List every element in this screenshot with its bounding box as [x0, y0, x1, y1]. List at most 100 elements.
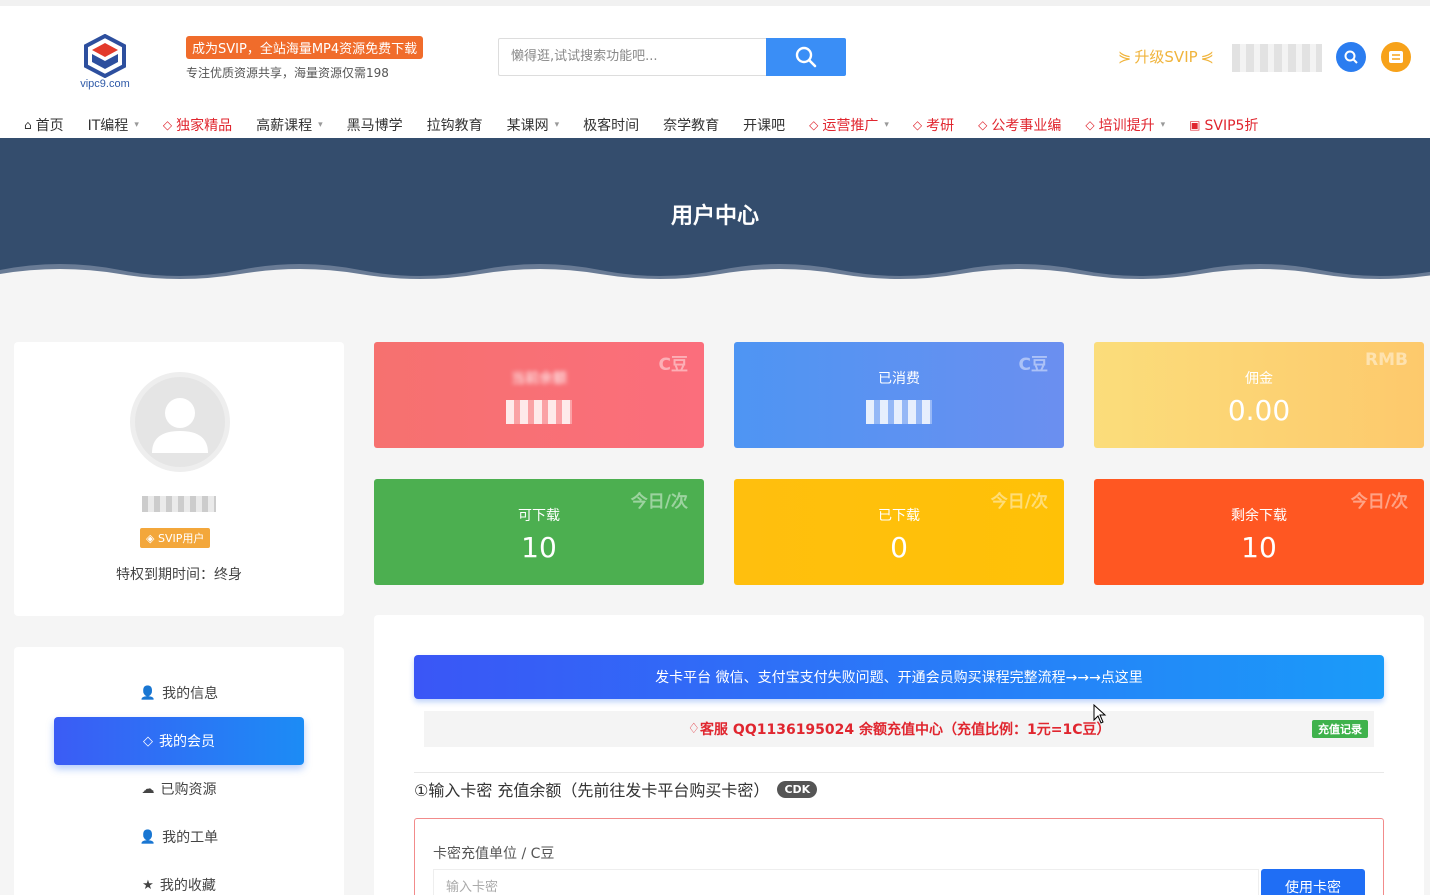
stat-label: 佣金 — [1245, 371, 1273, 387]
nav-item[interactable]: ◇ 独家精品 — [163, 115, 232, 135]
chevron-down-icon: ▾ — [318, 120, 323, 130]
site-header: vipc9.com 成为SVIP，全站海量MP4资源免费下载 专注优质资源共享，… — [0, 0, 1430, 138]
svip-badge-label: SVIP用户 — [157, 532, 205, 545]
header-menu-button[interactable] — [1381, 42, 1411, 72]
nav-item[interactable]: ⌂ 首页 — [24, 115, 64, 135]
profile-card: ◈ SVIP用户 特权到期时间：终身 — [14, 342, 344, 616]
nav-item-label: 奈学教育 — [663, 118, 720, 134]
stat-label: 可下载 — [518, 508, 560, 524]
chevron-down-icon: ▾ — [884, 120, 889, 130]
user-icon: 👤 — [139, 685, 157, 701]
search-icon — [795, 46, 817, 68]
diamond-icon: ◇ — [978, 118, 988, 132]
avatar[interactable] — [130, 372, 230, 472]
menu-item-label: 我的工单 — [162, 830, 219, 846]
menu-item[interactable]: ◇ 我的会员 — [54, 717, 304, 765]
user-menu: 👤 我的信息 ◇ 我的会员 ☁ 已购资源 👤 我的工单 ★ 我的收藏 — [14, 647, 344, 895]
recharge-record-button[interactable]: 充值记录 — [1312, 720, 1368, 738]
logo-text: vipc9.com — [80, 78, 130, 90]
diamond-icon: ◇ — [143, 733, 153, 749]
nav-item-label: 拉钩教育 — [426, 118, 483, 134]
nav-item[interactable]: 高薪课程 ▾ — [256, 115, 323, 135]
nav-item-label: 公考事业编 — [991, 118, 1062, 134]
page-title: 用户中心 — [670, 204, 759, 229]
search-input[interactable]: 懒得逛,试试搜索功能吧... — [498, 38, 768, 76]
menu-item[interactable]: ★ 我的收藏 — [54, 861, 304, 895]
search-button[interactable] — [766, 38, 846, 76]
stat-label: 当前余额 — [511, 371, 567, 387]
stat-value-redacted — [866, 400, 932, 424]
nav-item[interactable]: 某课网 ▾ — [507, 115, 560, 135]
logo-icon — [84, 33, 126, 79]
stat-label: 剩余下载 — [1231, 508, 1287, 524]
menu-item-label: 我的信息 — [162, 686, 219, 702]
menu-icon — [1389, 51, 1403, 63]
nav-item[interactable]: 黑马博学 — [347, 115, 403, 135]
menu-item[interactable]: ☁ 已购资源 — [54, 765, 304, 813]
stat-value: 0.00 — [1227, 394, 1291, 427]
support-contact-bar: ♢ 客服 QQ1136195024 余额充值中心（充值比例：1元=1C豆） 充值… — [424, 711, 1374, 747]
nav-item[interactable]: ◇ 公考事业编 — [978, 115, 1061, 135]
upgrade-svip-link[interactable]: ⋟ 升级SVIP ⋞ — [1118, 46, 1214, 67]
site-logo[interactable]: vipc9.com — [74, 33, 136, 96]
stat-value-redacted — [506, 400, 572, 424]
step-title: ①输入卡密 充值余额（先前往发卡平台购买卡密） CDK — [414, 777, 818, 801]
nav-item-label: 培训提升 — [1098, 118, 1155, 134]
nav-item[interactable]: IT编程 ▾ — [88, 115, 139, 135]
search-icon — [1344, 50, 1358, 64]
nav-item-label: 某课网 — [506, 118, 549, 134]
nav-item[interactable]: ◇ 运营推广 ▾ — [809, 115, 889, 135]
notice-link-button[interactable]: 发卡平台 微信、支付宝支付失败问题、开通会员购买课程完整流程→→→点这里 — [414, 655, 1384, 699]
stat-card: 今日/次 可下载 10 — [374, 479, 704, 585]
stat-unit: RMB — [1365, 350, 1408, 370]
support-contact-text: 客服 QQ1136195024 余额充值中心（充值比例：1元=1C豆） — [700, 722, 1111, 738]
stat-value: 10 — [1241, 531, 1277, 564]
promo-badge[interactable]: 成为SVIP，全站海量MP4资源免费下载 — [186, 36, 424, 59]
nav-item-label: 极客时间 — [583, 118, 640, 134]
menu-item-label: 已购资源 — [160, 782, 217, 798]
menu-item-label: 我的会员 — [159, 734, 215, 750]
stat-card: C豆 当前余额 — [374, 342, 704, 448]
header-search-button[interactable] — [1336, 42, 1366, 72]
privilege-expire: 特权到期时间：终身 — [116, 567, 242, 583]
diamond-icon: ◇ — [1085, 118, 1095, 132]
stat-value: 0 — [890, 531, 908, 564]
use-cdk-button[interactable]: 使用卡密 — [1261, 869, 1365, 895]
cloud-download-icon: ☁ — [141, 781, 155, 797]
nav-item[interactable]: 开课吧 — [743, 115, 785, 135]
username-redacted — [142, 496, 216, 512]
stat-value: 10 — [521, 531, 557, 564]
step-title-text: ①输入卡密 充值余额（先前往发卡平台购买卡密） — [414, 781, 770, 800]
nav-item[interactable]: ◇ 培训提升 ▾ — [1085, 115, 1165, 135]
nav-item-label: 运营推广 — [822, 118, 879, 134]
banner-wave — [0, 264, 1430, 282]
nav-item[interactable]: 极客时间 — [583, 115, 639, 135]
diamond-icon: ♢ — [687, 721, 701, 737]
menu-item-label: 我的收藏 — [159, 878, 216, 894]
cdk-form: 卡密充值单位 / C豆 输入卡密 使用卡密 — [414, 818, 1384, 895]
username-redacted[interactable] — [1232, 44, 1322, 72]
stat-card: 今日/次 已下载 0 — [734, 479, 1064, 585]
menu-item[interactable]: 👤 我的工单 — [54, 813, 304, 861]
nav-item-label: IT编程 — [87, 118, 129, 134]
menu-item[interactable]: 👤 我的信息 — [54, 669, 304, 717]
stat-card: C豆 已消费 — [734, 342, 1064, 448]
stat-card: 今日/次 剩余下载 10 — [1094, 479, 1424, 585]
diamond-icon: ◈ — [146, 532, 155, 545]
cdk-input[interactable]: 输入卡密 — [433, 869, 1259, 895]
recharge-panel: 发卡平台 微信、支付宝支付失败问题、开通会员购买课程完整流程→→→点这里 ♢ 客… — [374, 615, 1424, 895]
chevron-down-icon: ▾ — [1160, 120, 1166, 130]
stat-label: 已消费 — [878, 371, 920, 387]
nav-item[interactable]: ◇ 考研 — [913, 115, 954, 135]
nav-item[interactable]: 奈学教育 — [663, 115, 719, 135]
main-nav: ⌂ 首页 IT编程 ▾ ◇ 独家精品 高薪课程 ▾ 黑马博学 拉钩教育 某课网 ▾ 极客时间 奈学教育 开课… — [24, 110, 1282, 140]
home-icon: ⌂ — [24, 118, 32, 132]
svip-badge: ◈ SVIP用户 — [140, 528, 211, 548]
promo-subtitle: 专注优质资源共享，海量资源仅需198 — [186, 66, 389, 80]
nav-item[interactable]: ▣ SVIP5折 — [1189, 115, 1258, 135]
chevron-down-icon: ▾ — [554, 120, 560, 130]
nav-item[interactable]: 拉钩教育 — [427, 115, 483, 135]
nav-item-label: 高薪课程 — [256, 118, 313, 134]
upgrade-label: 升级SVIP — [1134, 48, 1198, 66]
chevron-down-icon: ▾ — [134, 120, 139, 130]
